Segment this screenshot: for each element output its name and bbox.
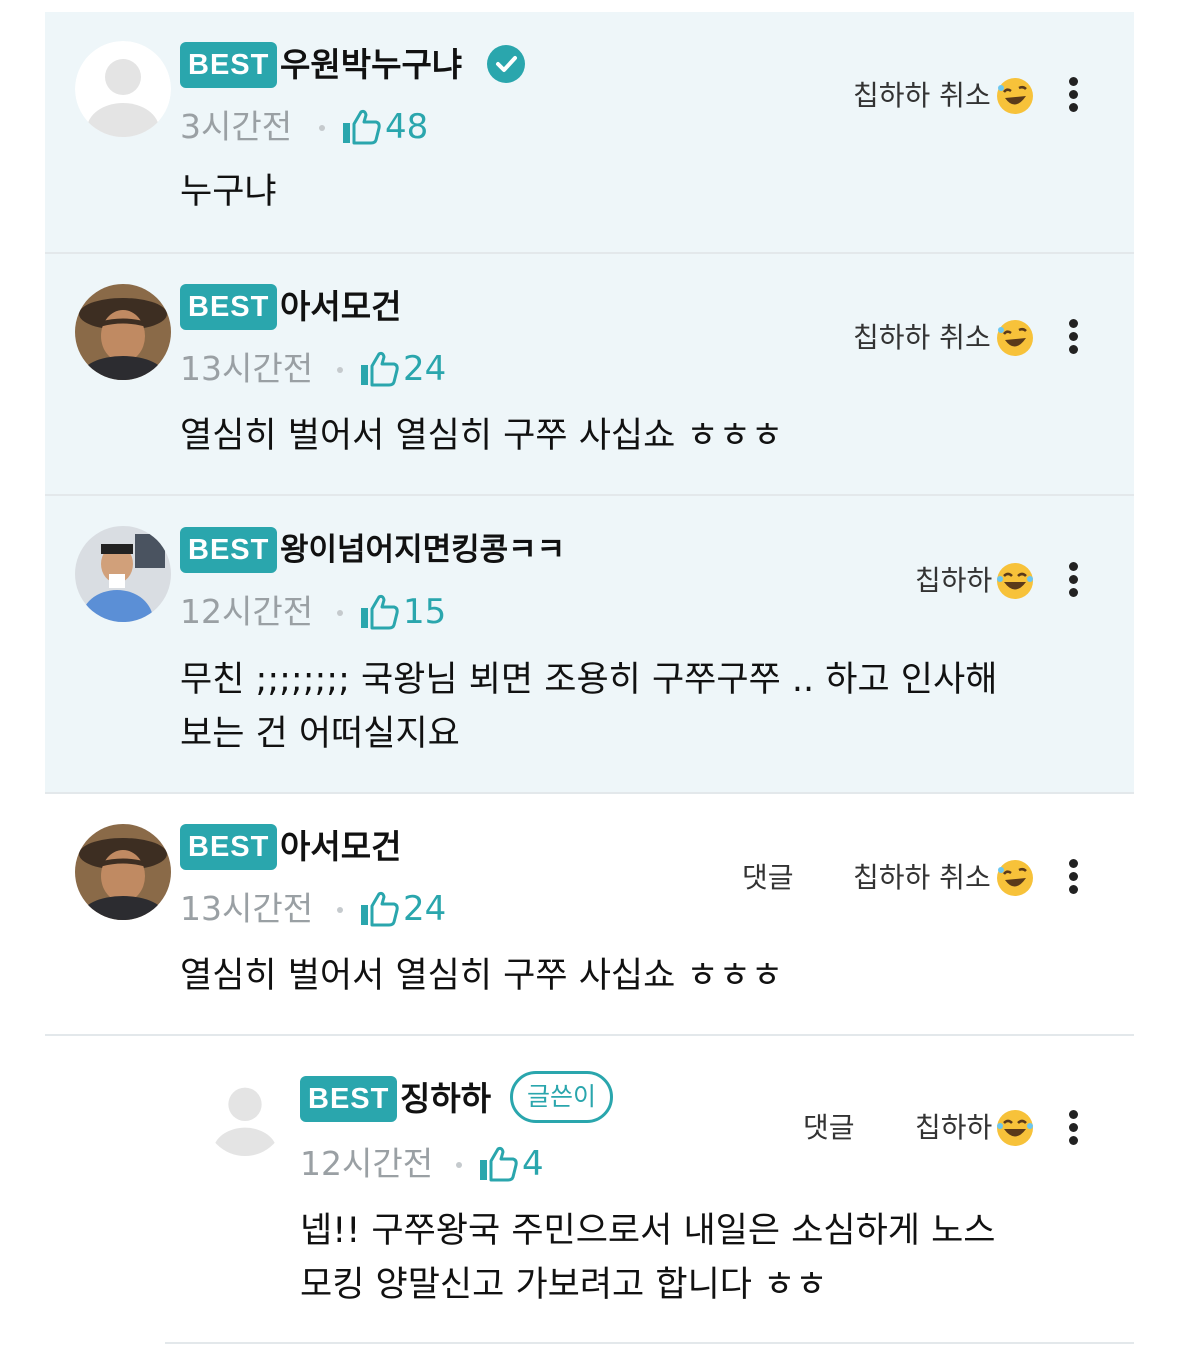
reaction-button[interactable]: 칩하하 취소 <box>853 858 991 898</box>
laughing-emoji-icon <box>995 561 1035 601</box>
nickname[interactable]: 아서모건 <box>280 284 401 330</box>
comment-text: 누구냐 <box>180 172 277 212</box>
like-button[interactable]: 15 <box>359 592 446 632</box>
comment-card: BEST 아서모건 13시간전 24 열심히 벌어서 열심히 구쭈 사십쇼 ㅎㅎ… <box>45 794 1134 1034</box>
like-button[interactable]: 24 <box>359 349 446 389</box>
more-vertical-icon[interactable] <box>1067 317 1079 357</box>
separator-dot <box>337 367 343 373</box>
timestamp: 3시간전 <box>180 107 293 146</box>
timestamp: 13시간전 <box>180 889 314 928</box>
more-vertical-icon[interactable] <box>1067 857 1079 897</box>
nickname[interactable]: 왕이넘어지면킹콩ㅋㅋ <box>280 527 565 573</box>
reaction-button[interactable]: 칩하하 <box>915 1108 992 1148</box>
separator-dot <box>337 907 343 913</box>
more-vertical-icon[interactable] <box>1067 1108 1079 1148</box>
best-badge: BEST <box>180 527 278 573</box>
laughing-emoji-icon <box>995 318 1035 358</box>
more-vertical-icon[interactable] <box>1067 75 1079 115</box>
comment-text: 열심히 벌어서 열심히 구쭈 사십쇼 ㅎㅎㅎ <box>180 416 784 456</box>
comment-card: BEST 왕이넘어지면킹콩ㅋㅋ 12시간전 15 무친 ;;;;;;;; 국왕님… <box>45 496 1134 792</box>
verified-check-icon <box>487 45 525 83</box>
avatar[interactable] <box>75 824 171 920</box>
nickname[interactable]: 징하하 <box>400 1076 491 1122</box>
avatar[interactable] <box>75 526 171 622</box>
comment-text-line: 무친 ;;;;;;;; 국왕님 뵈면 조용히 구쭈구쭈 .. 하고 인사해 <box>180 660 998 700</box>
comment-text-line: 모킹 양말신고 가보려고 합니다 ㅎㅎ <box>300 1265 828 1305</box>
comment-text: 열심히 벌어서 열심히 구쭈 사십쇼 ㅎㅎㅎ <box>180 956 784 996</box>
thumbs-up-icon <box>361 351 399 387</box>
thumbs-up-icon <box>480 1146 518 1182</box>
like-count: 15 <box>403 592 447 632</box>
like-count: 48 <box>385 107 429 147</box>
nickname[interactable]: 아서모건 <box>280 824 401 870</box>
comment-card: BEST 우원박누구냐 3시간전 48 누구냐 칩하하 취소 <box>45 12 1134 252</box>
author-badge: 글쓴이 <box>510 1071 614 1123</box>
reaction-button[interactable]: 칩하하 취소 <box>853 76 991 116</box>
laughing-emoji-icon <box>995 1108 1035 1148</box>
nickname[interactable]: 우원박누구냐 <box>280 42 462 88</box>
like-button[interactable]: 24 <box>359 889 446 929</box>
like-button[interactable]: 48 <box>341 107 428 147</box>
like-count: 24 <box>403 349 447 389</box>
separator-dot <box>456 1162 462 1168</box>
comment-card: BEST 아서모건 13시간전 24 열심히 벌어서 열심히 구쭈 사십쇼 ㅎㅎ… <box>45 254 1134 494</box>
laughing-emoji-icon <box>995 858 1035 898</box>
reply-button[interactable]: 댓글 <box>742 858 794 898</box>
comment-text-line: 넵!! 구쭈왕국 주민으로서 내일은 소심하게 노스 <box>300 1211 996 1251</box>
best-badge: BEST <box>180 42 278 88</box>
avatar[interactable] <box>75 284 171 380</box>
like-count: 24 <box>403 889 447 929</box>
thumbs-up-icon <box>343 109 381 145</box>
divider <box>165 1342 1134 1344</box>
best-badge: BEST <box>300 1076 398 1122</box>
thumbs-up-icon <box>361 594 399 630</box>
like-button[interactable]: 4 <box>478 1144 544 1184</box>
comment-text-line: 보는 건 어떠실지요 <box>180 714 460 754</box>
laughing-emoji-icon <box>995 76 1035 116</box>
timestamp: 13시간전 <box>180 349 314 388</box>
avatar[interactable] <box>75 41 171 137</box>
best-badge: BEST <box>180 824 278 870</box>
like-count: 4 <box>522 1144 544 1184</box>
reply-comment-card: BEST 징하하 글쓴이 12시간전 4 넵!! 구쭈왕국 주민으로서 내일은 … <box>45 1036 1134 1342</box>
reply-button[interactable]: 댓글 <box>803 1108 855 1148</box>
thumbs-up-icon <box>361 891 399 927</box>
separator-dot <box>319 125 325 131</box>
timestamp: 12시간전 <box>180 592 314 631</box>
reaction-button[interactable]: 칩하하 취소 <box>853 318 991 358</box>
more-vertical-icon[interactable] <box>1067 560 1079 600</box>
timestamp: 12시간전 <box>300 1144 434 1183</box>
avatar[interactable] <box>205 1076 285 1156</box>
separator-dot <box>337 610 343 616</box>
best-badge: BEST <box>180 284 278 330</box>
reaction-button[interactable]: 칩하하 <box>915 561 992 601</box>
